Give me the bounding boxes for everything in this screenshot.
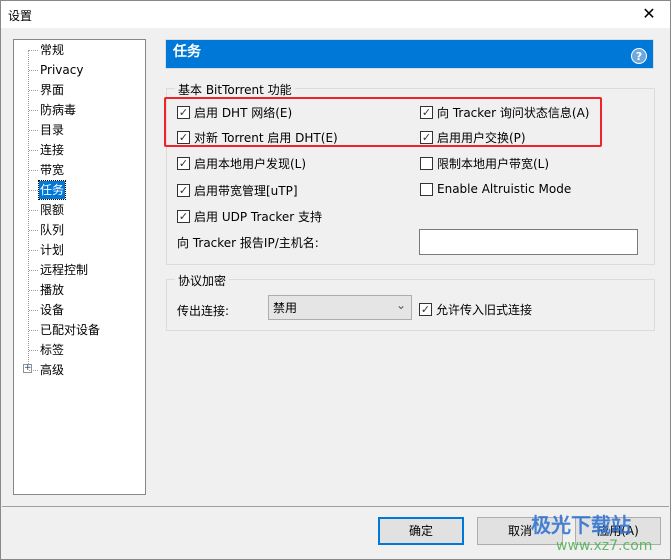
tree-connector	[29, 150, 38, 151]
checkbox-icon	[420, 182, 433, 196]
tree-item[interactable]: 限额	[39, 201, 65, 219]
tree-item[interactable]: 防病毒	[39, 101, 77, 119]
highlight-box	[164, 97, 602, 147]
tree-connector	[29, 370, 38, 371]
tree-item[interactable]: 高级	[39, 361, 65, 379]
allow-legacy-checkbox[interactable]: ✓ 允许传入旧式连接	[419, 301, 532, 318]
expand-icon[interactable]: +	[23, 364, 32, 373]
checkbox-label: Enable Altruistic Mode	[437, 182, 572, 196]
checkbox-icon: ✓	[419, 303, 432, 316]
page-header: 任务 ?	[165, 39, 654, 69]
tree-connector	[29, 210, 38, 211]
checkbox-label: 限制本地用户带宽(L)	[437, 157, 550, 171]
tree-item[interactable]: 界面	[39, 81, 65, 99]
tree-connector	[29, 330, 38, 331]
tree-connector	[29, 290, 38, 291]
tree-connector	[29, 230, 38, 231]
tree-connector	[29, 190, 38, 191]
checkbox-label: 启用带宽管理[uTP]	[194, 184, 298, 198]
tree-item[interactable]: 常规	[39, 41, 65, 59]
page-title: 任务	[173, 44, 201, 60]
checkbox-icon: ✓	[177, 184, 190, 197]
cancel-button[interactable]: 取消	[477, 517, 563, 545]
outgoing-select[interactable]: 禁用 ⌄	[268, 295, 412, 320]
tree-connector	[29, 350, 38, 351]
checkbox-icon: ✓	[177, 157, 190, 170]
apply-button[interactable]: 应用(A)	[575, 517, 661, 545]
chevron-down-icon: ⌄	[395, 298, 406, 312]
help-icon[interactable]: ?	[631, 48, 647, 64]
ip-label: 向 Tracker 报告IP/主机名:	[177, 236, 319, 250]
tree-connector	[29, 110, 38, 111]
tree-item[interactable]: 标签	[39, 341, 65, 359]
basic-legend: 基本 BitTorrent 功能	[175, 81, 295, 98]
tree-connector	[29, 130, 38, 131]
divider	[2, 506, 669, 507]
tree-item[interactable]: 设备	[39, 301, 65, 319]
tree-item[interactable]: 已配对设备	[39, 321, 101, 339]
tree-item[interactable]: Privacy	[39, 61, 84, 79]
encryption-legend: 协议加密	[175, 272, 230, 289]
checkbox-icon: ✓	[177, 210, 190, 223]
title-bar: 设置 ✕	[1, 1, 670, 28]
checkbox[interactable]: Enable Altruistic Mode	[420, 182, 571, 196]
checkbox-label: 允许传入旧式连接	[436, 303, 533, 317]
outgoing-value: 禁用	[273, 301, 298, 315]
tree-item[interactable]: 任务	[37, 180, 67, 200]
tree-connector	[29, 70, 38, 71]
checkbox[interactable]: ✓ 启用带宽管理[uTP]	[177, 182, 298, 199]
checkbox-icon	[420, 157, 433, 170]
tree-connector	[29, 50, 38, 51]
tree-connector	[29, 90, 38, 91]
checkbox[interactable]: ✓ 启用 UDP Tracker 支持	[177, 208, 322, 225]
checkbox-label: 启用本地用户发现(L)	[194, 157, 307, 171]
tree-connector	[29, 170, 38, 171]
settings-window: 设置 ✕ + 常规 Privacy 界面 防病毒 目录 连接 带宽 任务 限额 队列 计划 远程控制播…	[0, 0, 671, 560]
checkbox[interactable]: ✓ 启用本地用户发现(L)	[177, 155, 306, 172]
tree-item[interactable]: 播放	[39, 281, 65, 299]
window-title: 设置	[8, 9, 33, 23]
settings-tree: + 常规 Privacy 界面防病毒目录连接带宽 任务 限额队列计划远程控制播放设备已配…	[13, 39, 146, 495]
tree-item[interactable]: 计划	[39, 241, 65, 259]
tree-connector	[29, 310, 38, 311]
checkbox-label: 启用 UDP Tracker 支持	[194, 210, 322, 224]
tree-item[interactable]: 队列	[39, 221, 65, 239]
checkbox[interactable]: 限制本地用户带宽(L)	[420, 155, 549, 172]
ok-button[interactable]: 确定	[378, 517, 464, 545]
tree-item[interactable]: 连接	[39, 141, 65, 159]
tree-item[interactable]: 目录	[39, 121, 65, 139]
close-icon[interactable]: ✕	[634, 3, 664, 25]
tree-item[interactable]: 远程控制	[39, 261, 89, 279]
outgoing-label: 传出连接:	[177, 304, 230, 318]
ip-input[interactable]	[419, 229, 638, 255]
tree-item[interactable]: 带宽	[39, 161, 65, 179]
tree-connector	[29, 270, 38, 271]
tree-connector	[29, 250, 38, 251]
